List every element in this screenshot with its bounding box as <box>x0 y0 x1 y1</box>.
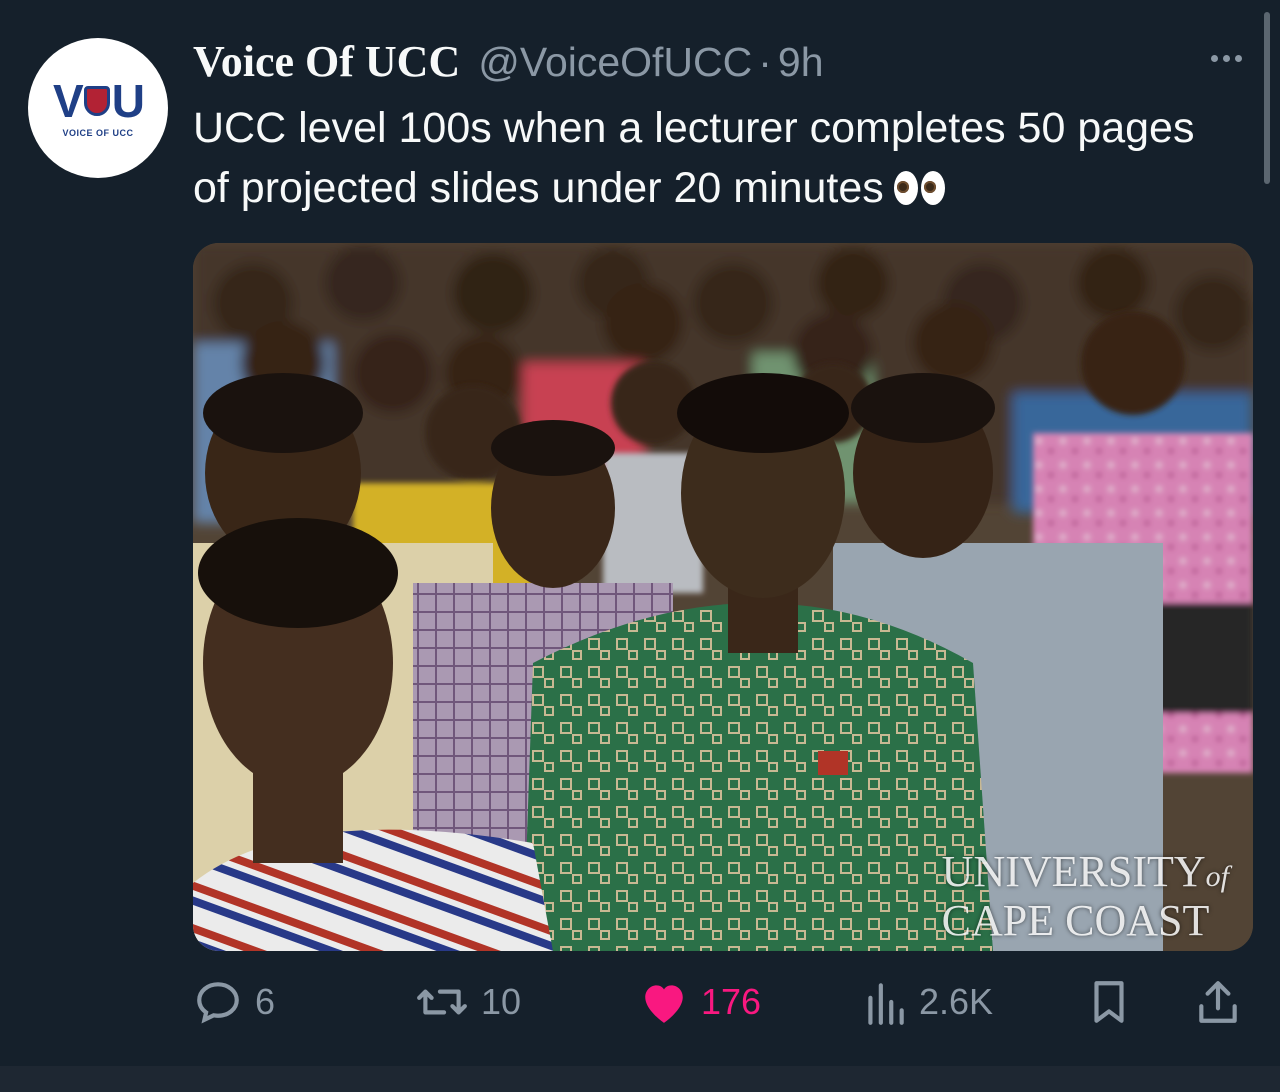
heart-icon <box>645 985 683 1023</box>
share-icon <box>1199 981 1237 1023</box>
watermark-of: of <box>1205 860 1229 893</box>
like-button[interactable]: 176 <box>639 972 761 1032</box>
watermark-line2: CAPE COAST <box>941 896 1210 945</box>
reply-count: 6 <box>255 981 276 1022</box>
reply-button[interactable]: 6 <box>193 972 275 1032</box>
views-icon <box>868 983 904 1025</box>
watermark-line1: UNIVERSITY <box>941 847 1206 896</box>
avatar[interactable]: VU VOICE OF UCC <box>28 38 168 178</box>
more-options-icon[interactable] <box>1204 40 1248 76</box>
retweet-icon <box>417 989 467 1015</box>
next-tweet-divider <box>0 1066 1280 1092</box>
user-handle[interactable]: @VoiceOfUCC <box>478 39 752 86</box>
tweet-text: UCC level 100s when a lecturer completes… <box>193 98 1233 218</box>
tweet-header: Voice Of UCC @VoiceOfUCC · 9h <box>193 36 824 86</box>
reply-icon <box>197 982 239 1024</box>
retweet-button[interactable]: 10 <box>415 972 521 1032</box>
eyes-emoji-icon <box>893 171 945 205</box>
views-button[interactable]: 2.6K <box>863 972 993 1032</box>
display-name[interactable]: Voice Of UCC <box>193 36 460 87</box>
bookmark-icon <box>1094 981 1124 1023</box>
classroom-photo <box>193 243 1253 951</box>
share-button[interactable] <box>1195 972 1241 1032</box>
scrollbar[interactable] <box>1264 12 1270 184</box>
photo-watermark: UNIVERSITYof CAPE COAST <box>942 850 1229 943</box>
tweet-body: UCC level 100s when a lecturer completes… <box>193 104 1195 212</box>
tweet-actions: 6 10 176 2.6K <box>193 972 1253 1032</box>
like-count: 176 <box>701 981 762 1022</box>
retweet-count: 10 <box>481 981 522 1022</box>
view-count: 2.6K <box>919 981 994 1022</box>
voice-of-ucc-logo: VU <box>53 75 145 127</box>
bookmark-button[interactable] <box>1087 972 1131 1032</box>
timestamp[interactable]: 9h <box>778 39 824 86</box>
tweet-photo[interactable]: UNIVERSITYof CAPE COAST <box>193 243 1253 951</box>
separator-dot: · <box>758 39 772 85</box>
avatar-logo-text: VOICE OF UCC <box>62 128 134 138</box>
